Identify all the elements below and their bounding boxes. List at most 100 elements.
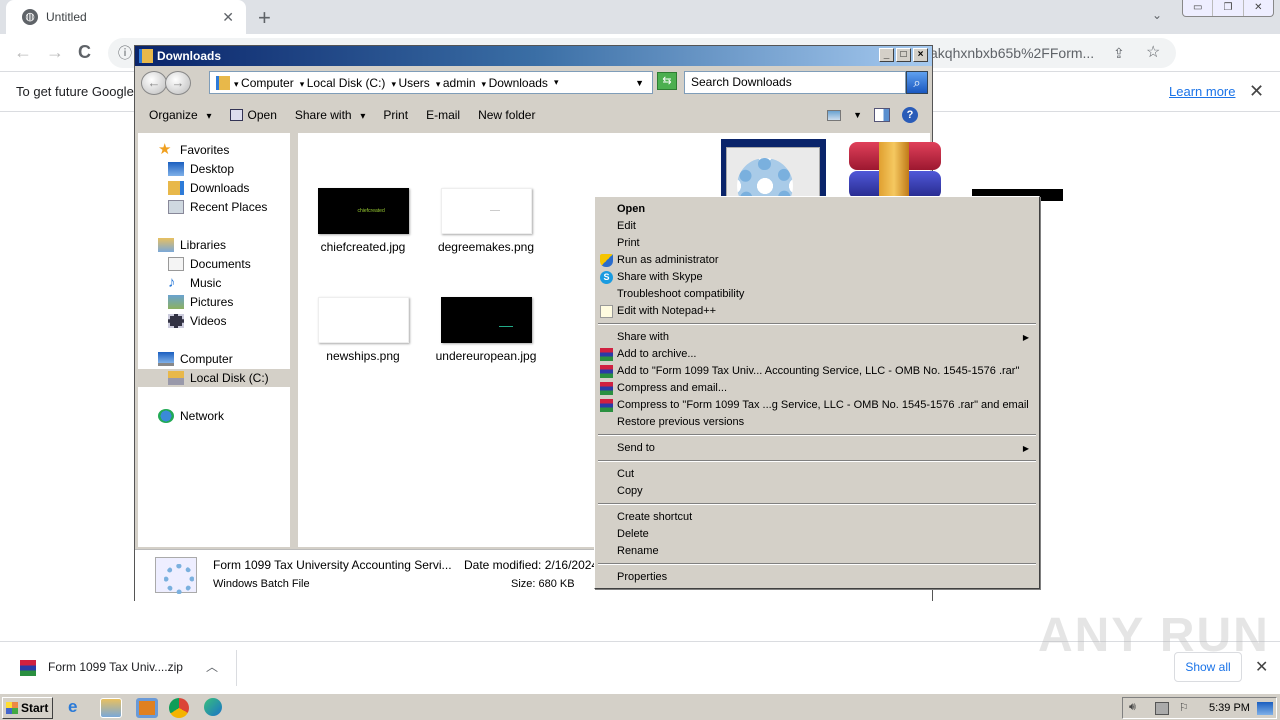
refresh-icon[interactable]: ⇆	[657, 72, 677, 90]
search-icon[interactable]: ⌕	[906, 71, 928, 94]
minimize-button[interactable]: ▭	[1183, 0, 1214, 16]
forward-icon[interactable]: →	[46, 42, 64, 63]
network-tray-icon[interactable]	[1155, 702, 1169, 715]
breadcrumb-downloads[interactable]: Downloads	[482, 76, 548, 90]
nav-label: Downloads	[190, 181, 250, 195]
nav-downloads[interactable]: Downloads	[168, 179, 249, 197]
breadcrumb-computer[interactable]: Computer	[234, 76, 294, 90]
show-desktop-icon[interactable]	[1257, 702, 1273, 715]
breadcrumb-chevron-icon[interactable]: ▾	[554, 77, 559, 88]
email-button[interactable]: E-mail	[426, 108, 460, 122]
tab-search-icon[interactable]: ⌄	[1152, 8, 1162, 22]
file-item[interactable]: newships.png	[308, 297, 418, 363]
preview-pane-icon[interactable]	[874, 108, 890, 122]
nav-favorites[interactable]: ★ Favorites	[158, 141, 229, 159]
organize-button[interactable]: Organize	[149, 108, 212, 122]
nav-music[interactable]: ♪ Music	[168, 274, 221, 292]
menu-item-properties[interactable]: Properties	[597, 569, 1037, 586]
open-button[interactable]: Open	[229, 108, 277, 122]
reload-icon[interactable]: C	[78, 42, 91, 63]
explorer-back-button[interactable]: ←	[141, 71, 167, 95]
menu-item-open[interactable]: Open	[597, 201, 1037, 218]
menu-item-edit[interactable]: Edit	[597, 218, 1037, 235]
nav-documents[interactable]: Documents	[168, 255, 251, 273]
new-folder-button[interactable]: New folder	[478, 108, 535, 122]
breadcrumb-admin[interactable]: admin	[436, 76, 476, 90]
menu-item-rename[interactable]: Rename	[597, 543, 1037, 560]
volume-icon[interactable]: 🔊︎	[1129, 701, 1136, 714]
browser-tab[interactable]: ◍ Untitled ✕	[6, 0, 246, 34]
tab-close-icon[interactable]: ✕	[222, 9, 234, 26]
explorer-title: Downloads	[157, 49, 222, 63]
close-window-button[interactable]: ✕	[1244, 0, 1273, 16]
menu-item-share-with-skype[interactable]: S Share with Skype	[597, 269, 1037, 286]
menu-item-print[interactable]: Print	[597, 235, 1037, 252]
menu-item-delete[interactable]: Delete	[597, 526, 1037, 543]
download-filename[interactable]: Form 1099 Tax Univ....zip	[48, 660, 183, 674]
nav-network[interactable]: Network	[158, 407, 224, 425]
browser-tabstrip: ◍ Untitled ✕ + ⌄ ▭ ❐ ✕	[0, 0, 1280, 34]
learn-more-link[interactable]: Learn more	[1169, 84, 1235, 99]
menu-item-compress-and-email[interactable]: Compress and email...	[597, 380, 1037, 397]
menu-item-label: Share with	[617, 331, 669, 343]
media-player-icon[interactable]	[136, 698, 158, 718]
file-item[interactable]: chiefcreated chiefcreated.jpg	[308, 188, 418, 254]
menu-item-add-to-form-1099-tax-univ-accounting-ser[interactable]: Add to "Form 1099 Tax Univ... Accounting…	[597, 363, 1037, 380]
menu-item-copy[interactable]: Copy	[597, 483, 1037, 500]
menu-item-cut[interactable]: Cut	[597, 466, 1037, 483]
nav-libraries[interactable]: Libraries	[158, 236, 226, 254]
explorer-titlebar[interactable]: Downloads _ □ ×	[135, 46, 932, 66]
nav-pictures[interactable]: Pictures	[168, 293, 233, 311]
help-icon[interactable]: ?	[902, 107, 918, 123]
explorer-taskbar-icon[interactable]	[100, 698, 122, 718]
edge-icon[interactable]	[204, 698, 222, 716]
new-tab-button[interactable]: +	[258, 5, 271, 31]
view-dropdown-icon[interactable]: ▼	[853, 110, 862, 120]
file-name: degreemakes.png	[437, 240, 535, 254]
menu-item-send-to[interactable]: Send to ▶	[597, 440, 1037, 457]
menu-item-share-with[interactable]: Share with ▶	[597, 329, 1037, 346]
explorer-close-button[interactable]: ×	[913, 48, 928, 62]
menu-item-restore-previous-versions[interactable]: Restore previous versions	[597, 414, 1037, 431]
change-view-icon[interactable]	[827, 109, 842, 121]
site-info-icon[interactable]: ⓘ	[118, 38, 132, 68]
file-item[interactable]: undereuropean.jpg	[431, 297, 541, 363]
print-button[interactable]: Print	[383, 108, 408, 122]
menu-item-label: Print	[617, 237, 640, 249]
nav-local-disk[interactable]: Local Disk (C:)	[138, 369, 294, 387]
menu-item-create-shortcut[interactable]: Create shortcut	[597, 509, 1037, 526]
explorer-address-bar[interactable]: Computer Local Disk (C:) Users admin Dow…	[209, 71, 653, 94]
action-center-flag-icon[interactable]: ⚐	[1179, 701, 1189, 714]
breadcrumb-users[interactable]: Users	[391, 76, 429, 90]
menu-item-troubleshoot-compatibility[interactable]: Troubleshoot compatibility	[597, 286, 1037, 303]
menu-item-compress-to-form-1099-tax-g-service-llc-[interactable]: Compress to "Form 1099 Tax ...g Service,…	[597, 397, 1037, 414]
bookmark-star-icon[interactable]: ☆	[1146, 38, 1160, 68]
winrar-archive-icon[interactable]	[849, 142, 941, 200]
breadcrumb-local-disk[interactable]: Local Disk (C:)	[300, 76, 386, 90]
chevron-up-icon[interactable]: ︿	[206, 658, 218, 675]
nav-recent-places[interactable]: Recent Places	[168, 198, 267, 216]
nav-computer[interactable]: Computer	[158, 350, 233, 368]
share-icon[interactable]: ⇪	[1113, 38, 1125, 68]
share-with-button[interactable]: Share with	[295, 108, 366, 122]
menu-item-edit-with-notepad[interactable]: Edit with Notepad++	[597, 303, 1037, 320]
chrome-icon[interactable]	[169, 698, 189, 718]
explorer-minimize-button[interactable]: _	[879, 48, 894, 62]
back-icon[interactable]: ←	[14, 42, 32, 63]
open-label: Open	[247, 108, 277, 122]
nav-desktop[interactable]: Desktop	[168, 160, 234, 178]
menu-item-add-to-archive[interactable]: Add to archive...	[597, 346, 1037, 363]
nav-videos[interactable]: Videos	[168, 312, 226, 330]
clock[interactable]: 5:39 PM	[1209, 702, 1250, 714]
restore-button[interactable]: ❐	[1213, 0, 1244, 16]
search-input[interactable]: Search Downloads	[684, 71, 906, 94]
infobar-close-icon[interactable]: ✕	[1249, 81, 1264, 102]
address-history-dropdown[interactable]: ▼	[635, 78, 644, 88]
menu-item-run-as-administrator[interactable]: Run as administrator	[597, 252, 1037, 269]
start-button[interactable]: Start	[2, 697, 53, 719]
file-name: chiefcreated.jpg	[320, 240, 406, 254]
file-item[interactable]: degreemakes.png	[431, 188, 541, 254]
explorer-maximize-button[interactable]: □	[896, 48, 911, 62]
explorer-forward-button[interactable]: →	[165, 71, 191, 95]
internet-explorer-icon[interactable]: e	[68, 698, 90, 718]
